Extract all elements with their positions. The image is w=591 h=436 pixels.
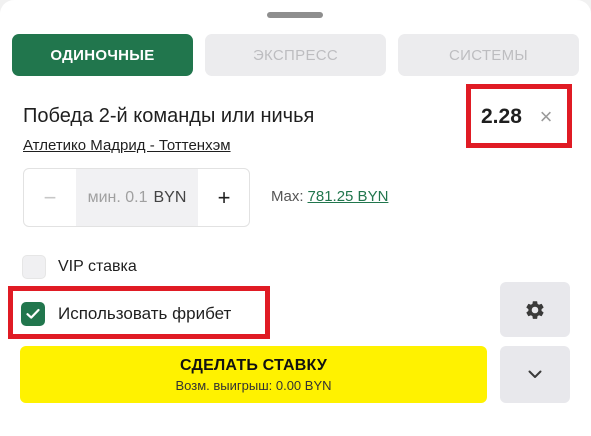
stake-placeholder: мин. 0.1 xyxy=(87,188,148,206)
drag-handle[interactable] xyxy=(267,12,323,18)
settings-button[interactable] xyxy=(500,282,570,337)
tab-singles[interactable]: ОДИНОЧНЫЕ xyxy=(12,34,193,76)
stake-currency: BYN xyxy=(153,188,187,206)
close-icon[interactable]: × xyxy=(536,106,556,128)
tab-express[interactable]: ЭКСПРЕСС xyxy=(205,34,386,76)
expand-button[interactable] xyxy=(500,346,570,403)
vip-checkbox[interactable] xyxy=(22,255,46,279)
vip-label[interactable]: VIP ставка xyxy=(58,258,137,276)
odds-value: 2.28 xyxy=(481,105,522,128)
make-bet-button[interactable]: СДЕЛАТЬ СТАВКУ Возм. выигрыш: 0.00 BYN xyxy=(20,346,487,403)
max-stake-label: Max: xyxy=(271,188,304,205)
stake-input[interactable]: мин. 0.1 BYN xyxy=(76,169,198,226)
possible-win-text: Возм. выигрыш: 0.00 BYN xyxy=(175,377,332,393)
max-stake-value-link[interactable]: 781.25 BYN xyxy=(308,188,389,205)
bet-slip-sheet: ОДИНОЧНЫЕ ЭКСПРЕСС СИСТЕМЫ Победа 2-й ко… xyxy=(0,0,591,436)
tab-systems[interactable]: СИСТЕМЫ xyxy=(398,34,579,76)
make-bet-label: СДЕЛАТЬ СТАВКУ xyxy=(179,356,328,374)
freebet-checkbox[interactable] xyxy=(21,302,45,326)
stake-increase-button[interactable]: + xyxy=(198,169,249,226)
bet-outcome-title: Победа 2-й команды или ничья xyxy=(23,105,315,127)
stake-decrease-button[interactable]: − xyxy=(24,169,76,226)
checkmark-icon xyxy=(26,308,40,319)
freebet-label[interactable]: Использовать фрибет xyxy=(58,304,231,324)
stake-stepper: − мин. 0.1 BYN + xyxy=(23,168,250,227)
chevron-down-icon xyxy=(528,370,542,378)
gear-icon xyxy=(526,300,544,319)
max-stake: Max: 781.25 BYN xyxy=(271,188,388,205)
match-link[interactable]: Атлетико Мадрид - Тоттенхэм xyxy=(23,137,231,154)
